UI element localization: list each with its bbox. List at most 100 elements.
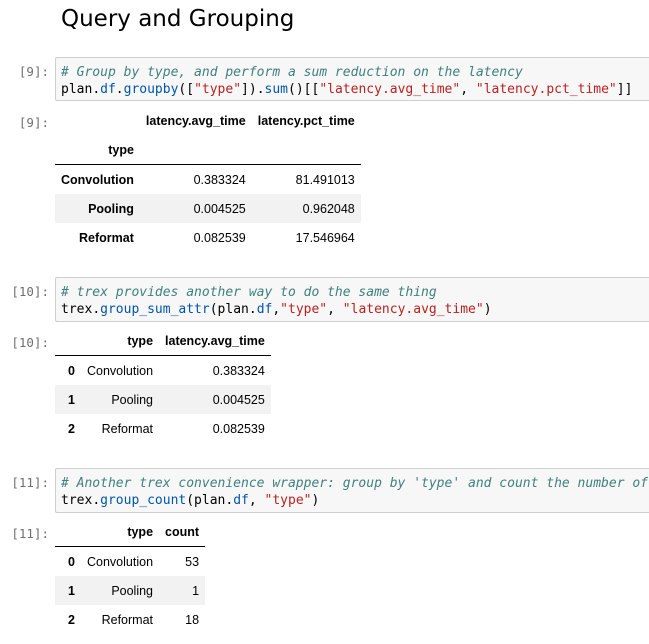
code-token: . — [115, 82, 124, 97]
table-row: 1 Pooling 0.004525 — [55, 385, 271, 414]
table-row: 2 Reformat 18 — [55, 605, 205, 634]
row-index: Pooling — [55, 194, 140, 223]
code-cell-input[interactable]: # trex provides another way to do the sa… — [55, 277, 649, 322]
table-cell: Reformat — [101, 612, 154, 627]
code-token: ([ — [178, 82, 195, 97]
code-token: , — [327, 302, 343, 317]
code-token: groupby — [123, 82, 179, 97]
code-line-comment: # Another trex convenience wrapper: grou… — [61, 475, 649, 492]
row-index: 0 — [68, 554, 75, 569]
table-cell: 1 — [159, 576, 206, 605]
column-header: latency.avg_time — [145, 113, 246, 128]
code-token: , — [460, 82, 476, 97]
code-token: ) — [483, 302, 492, 317]
header-row: type count — [55, 517, 206, 547]
row-index: 1 — [55, 385, 81, 414]
row-index: Convolution — [61, 172, 134, 187]
input-prompt: [10]: — [11, 284, 49, 299]
code-token: group_sum_attr — [100, 302, 210, 317]
output-prompt: [11]: — [11, 526, 49, 541]
code-line-statement: trex.group_count(plan.df, "type") — [61, 492, 649, 509]
code-token: ) — [311, 493, 320, 508]
code-token: plan — [61, 82, 93, 97]
code-token: trex — [61, 493, 93, 508]
code-token: group_count — [100, 493, 187, 508]
column-header: latency.avg_time — [159, 326, 271, 356]
header-row: latency.avg_time latency.pct_time — [55, 106, 361, 135]
notebook-section-title: Query and Grouping — [61, 6, 295, 32]
dataframe-output: latency.avg_time latency.pct_time type C… — [55, 106, 361, 252]
column-header: type — [81, 326, 160, 356]
table-cell: Convolution — [87, 363, 154, 378]
code-token: trex — [61, 302, 93, 317]
table-cell: Pooling — [81, 385, 160, 414]
code-string: "latency.avg_time" — [319, 82, 461, 97]
code-token: sum — [264, 82, 289, 97]
input-prompt: [9]: — [18, 64, 49, 79]
header-blank — [251, 135, 361, 165]
code-string: "type" — [194, 82, 242, 97]
code-line-comment: # trex provides another way to do the sa… — [61, 284, 649, 301]
table-row: Pooling 0.004525 0.962048 — [55, 194, 361, 223]
code-token: (plan. — [186, 493, 234, 508]
code-token: , — [248, 493, 265, 508]
index-name-row: type — [55, 135, 361, 165]
table-cell: 0.082539 — [212, 421, 265, 436]
table-cell: Convolution — [87, 554, 154, 569]
table-cell: 18 — [185, 612, 200, 627]
code-comment: # trex provides another way to do the sa… — [61, 285, 437, 300]
code-token: ]] — [616, 82, 633, 97]
table-row: Convolution 0.383324 81.491013 — [55, 165, 361, 195]
table-cell: 53 — [185, 554, 200, 569]
code-cell-input[interactable]: # Group by type, and perform a sum reduc… — [55, 57, 649, 101]
table-cell: Reformat — [101, 421, 154, 436]
table-cell: 0.004525 — [159, 385, 271, 414]
code-token: ]). — [241, 82, 265, 97]
table-cell: Pooling — [81, 576, 160, 605]
code-line-comment: # Group by type, and perform a sum reduc… — [61, 64, 649, 81]
output-prompt: [9]: — [18, 115, 49, 130]
dataframe-output: type latency.avg_time 0 Convolution 0.38… — [55, 326, 271, 443]
code-comment: # Another trex convenience wrapper: grou… — [61, 476, 648, 491]
code-cell-input[interactable]: # Another trex convenience wrapper: grou… — [55, 468, 649, 513]
code-string: "latency.pct_time" — [475, 82, 617, 97]
dataframe-output: type count 0 Convolution 53 1 Pooling 1 … — [55, 517, 206, 634]
table-row: 1 Pooling 1 — [55, 576, 206, 605]
table-cell: 0.082539 — [193, 230, 246, 245]
input-prompt: [11]: — [11, 475, 49, 490]
output-prompt: [10]: — [11, 335, 49, 350]
code-string: "type" — [264, 493, 312, 508]
row-index: 2 — [68, 612, 75, 627]
table-row: 0 Convolution 0.383324 — [55, 356, 271, 386]
table-cell: 0.962048 — [251, 194, 361, 223]
table-cell: 0.004525 — [139, 194, 252, 223]
index-name-header: type — [55, 135, 140, 165]
code-line-statement: plan.df.groupby(["type"]).sum()[["latenc… — [61, 81, 649, 98]
code-token: df — [256, 302, 273, 317]
table-cell: 0.383324 — [212, 363, 265, 378]
code-token: ()[[ — [288, 82, 320, 97]
code-token: . — [92, 82, 101, 97]
code-string: "latency.avg_time" — [342, 302, 484, 317]
header-blank — [139, 135, 252, 165]
code-token: (plan. — [209, 302, 257, 317]
code-line-statement: trex.group_sum_attr(plan.df,"type", "lat… — [61, 301, 649, 318]
table-row: 2 Reformat 0.082539 — [55, 414, 271, 443]
row-index: Reformat — [79, 230, 134, 245]
column-header: type — [81, 517, 160, 547]
header-row: type latency.avg_time — [55, 326, 271, 356]
code-token: df — [233, 493, 249, 508]
header-blank — [55, 326, 81, 356]
code-token: . — [92, 302, 101, 317]
header-blank — [55, 517, 81, 547]
code-string: "type" — [280, 302, 328, 317]
code-token: . — [92, 493, 101, 508]
table-cell: 81.491013 — [295, 172, 355, 187]
header-blank — [55, 106, 140, 135]
table-cell: 0.383324 — [193, 172, 246, 187]
column-header: latency.pct_time — [257, 113, 355, 128]
column-header: count — [159, 517, 206, 547]
row-index: 0 — [68, 363, 75, 378]
row-index: 1 — [55, 576, 81, 605]
table-row: 0 Convolution 53 — [55, 547, 205, 577]
